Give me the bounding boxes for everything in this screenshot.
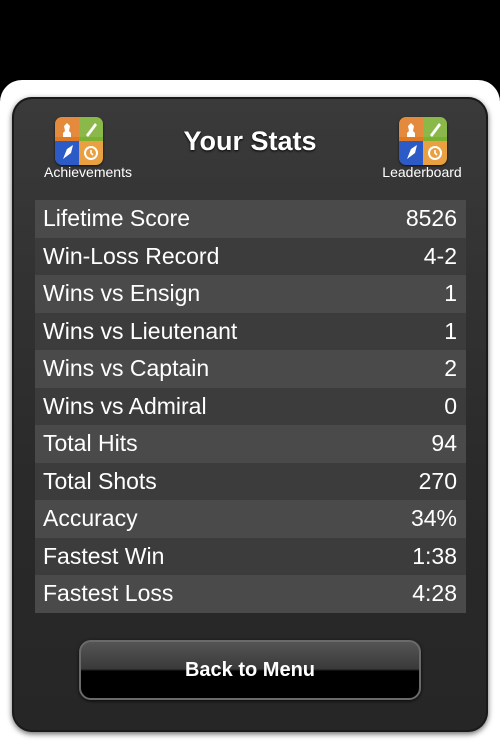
- table-row: Fastest Win 1:38: [35, 537, 466, 575]
- stat-value: 0: [444, 392, 457, 419]
- table-row: Accuracy 34%: [35, 500, 466, 538]
- stat-value: 4:28: [412, 580, 457, 607]
- table-row: Wins vs Ensign 1: [35, 275, 466, 313]
- stat-label: Wins vs Lieutenant: [43, 317, 238, 344]
- leaderboard-button[interactable]: Leaderboard: [367, 117, 477, 183]
- stat-value: 1: [444, 317, 457, 344]
- table-row: Wins vs Admiral 0: [35, 387, 466, 425]
- stat-value: 4-2: [423, 242, 457, 269]
- table-row: Total Shots 270: [35, 462, 466, 500]
- table-row: Wins vs Captain 2: [35, 350, 466, 388]
- page-title: Your Stats: [183, 126, 317, 156]
- game-center-icon: [399, 117, 447, 165]
- stat-label: Accuracy: [43, 505, 138, 532]
- achievements-label: Achievements: [44, 164, 132, 180]
- table-row: Lifetime Score 8526: [35, 200, 466, 238]
- stat-label: Wins vs Admiral: [43, 392, 207, 419]
- stat-value: 94: [431, 430, 457, 457]
- stat-label: Wins vs Ensign: [43, 280, 201, 307]
- back-to-menu-button[interactable]: Back to Menu: [79, 640, 421, 700]
- stat-value: 1: [444, 280, 457, 307]
- stat-value: 2: [444, 355, 457, 382]
- stat-label: Win-Loss Record: [43, 242, 220, 269]
- stat-label: Total Shots: [43, 467, 157, 494]
- stat-label: Fastest Win: [43, 542, 165, 569]
- game-center-icon: [55, 117, 103, 165]
- stat-value: 34%: [410, 505, 457, 532]
- leaderboard-label: Leaderboard: [382, 164, 462, 180]
- stat-value: 270: [418, 467, 457, 494]
- stats-table: Lifetime Score 8526 Win-Loss Record 4-2 Wi…: [35, 200, 466, 613]
- stat-label: Wins vs Captain: [43, 355, 210, 382]
- stat-value: 8526: [405, 205, 457, 232]
- table-row: Total Hits 94: [35, 425, 466, 463]
- stat-label: Fastest Loss: [43, 580, 174, 607]
- achievements-button[interactable]: Achievements: [33, 117, 143, 183]
- stat-label: Lifetime Score: [43, 205, 191, 232]
- table-row: Fastest Loss 4:28: [35, 575, 466, 613]
- status-bar: [0, 0, 500, 80]
- table-row: Wins vs Lieutenant 1: [35, 312, 466, 350]
- stat-label: Total Hits: [43, 430, 138, 457]
- stat-value: 1:38: [412, 542, 457, 569]
- table-row: Win-Loss Record 4-2: [35, 237, 466, 275]
